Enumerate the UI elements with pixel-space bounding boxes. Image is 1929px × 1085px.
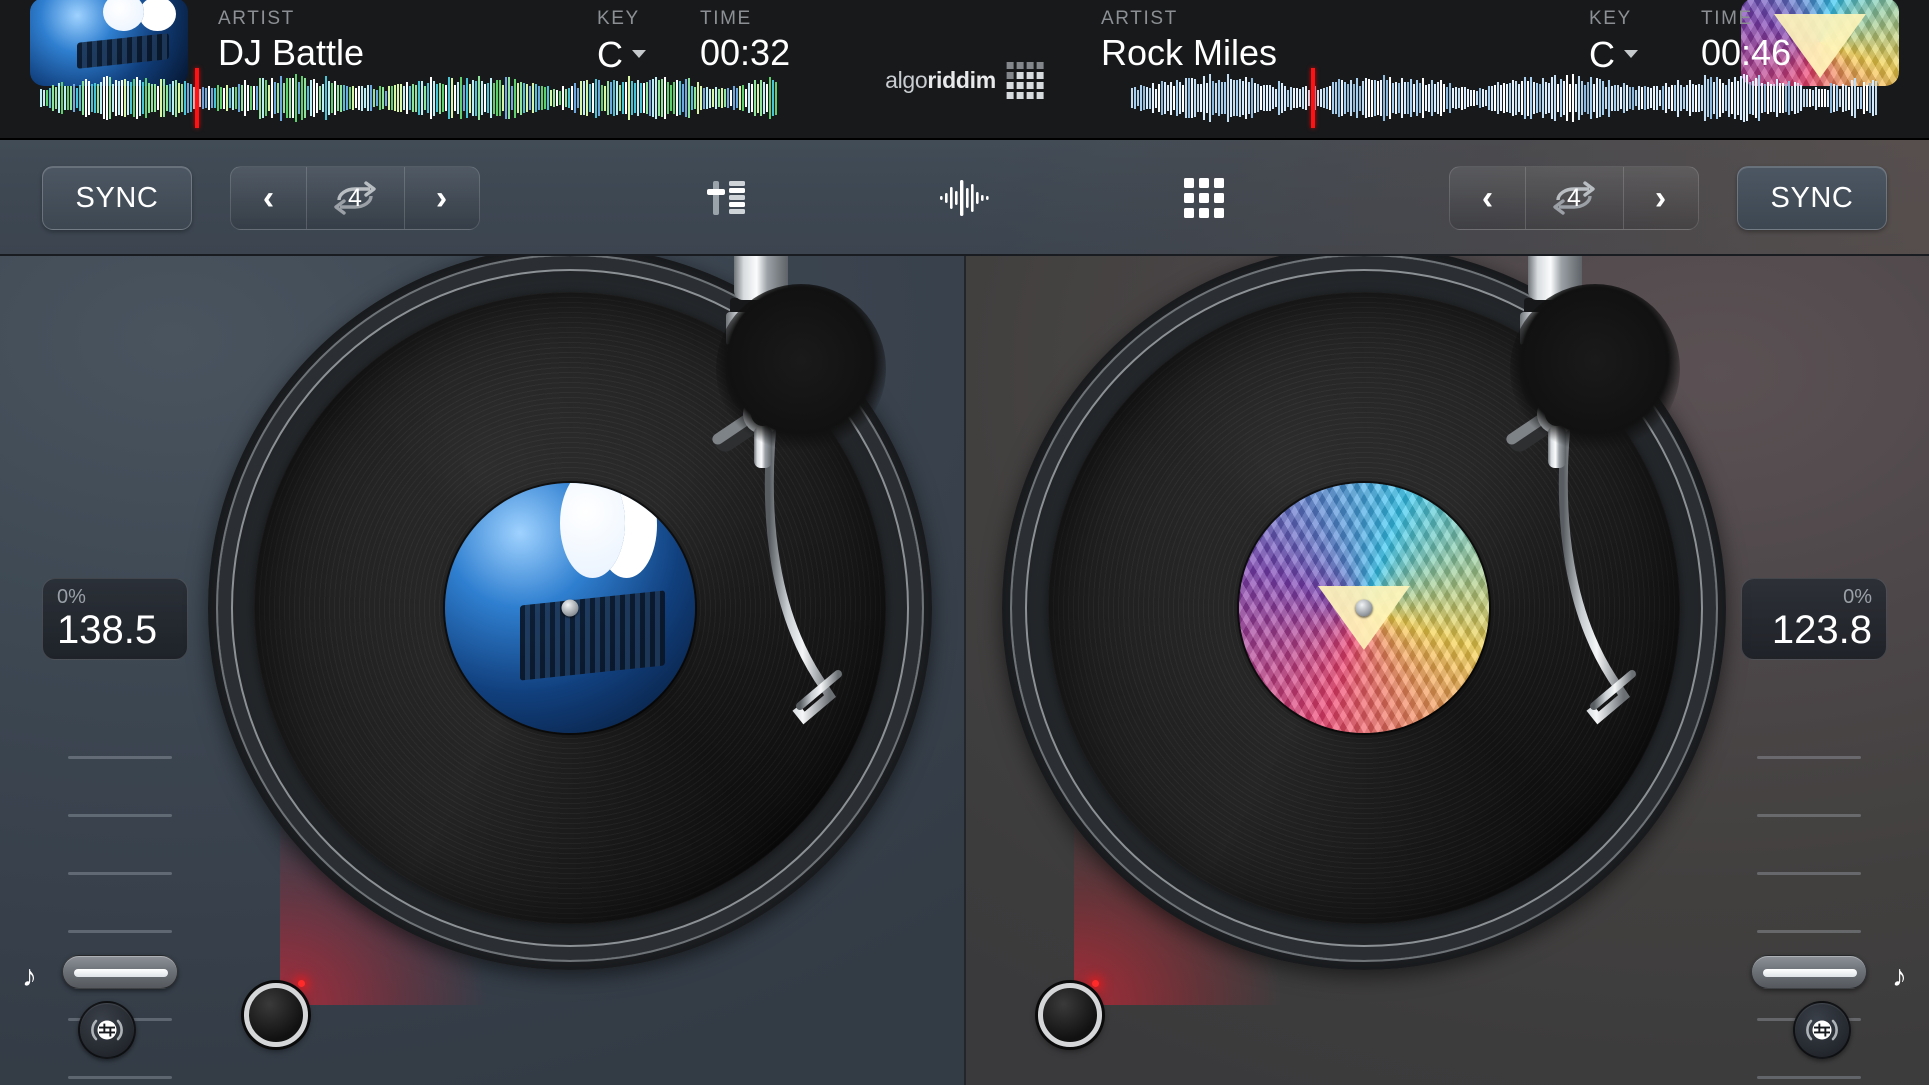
start-stop-knob-right[interactable] xyxy=(1038,983,1102,1047)
logo-text: algoriddim xyxy=(885,67,996,94)
chevron-down-icon[interactable] xyxy=(632,50,646,58)
loop-toggle-button-left[interactable]: 4 xyxy=(306,167,404,229)
loop-halve-button-right[interactable]: ‹ xyxy=(1450,167,1525,229)
pitch-percent-left: 0% xyxy=(57,586,86,608)
pitch-fader-knob-right[interactable] xyxy=(1751,955,1867,989)
music-note-icon[interactable]: ♪ xyxy=(1892,962,1907,992)
pitch-tick xyxy=(1757,814,1861,817)
time-block-left[interactable]: TIME 00:32 xyxy=(700,8,840,74)
pitch-tick xyxy=(1757,872,1861,875)
sync-button-left[interactable]: SYNC xyxy=(42,166,192,230)
loop-controls-right: ‹ 4 › xyxy=(1449,166,1699,230)
pitch-tick xyxy=(68,756,172,759)
artist-label-left: ARTIST xyxy=(218,8,295,29)
waveform-icon[interactable] xyxy=(933,166,997,230)
pitch-percent-right: 0% xyxy=(1843,586,1872,608)
bpm-display-left[interactable]: 0% 138.5 xyxy=(42,578,188,660)
loop-toggle-button-right[interactable]: 4 xyxy=(1525,167,1623,229)
artist-label-right: ARTIST xyxy=(1101,8,1178,29)
fx-button-left[interactable] xyxy=(78,1001,136,1059)
key-label-right: KEY xyxy=(1589,8,1632,29)
bpm-value-right: 123.8 xyxy=(1771,608,1872,652)
playhead-right[interactable] xyxy=(1310,68,1315,128)
chevron-down-icon[interactable] xyxy=(1624,50,1638,58)
tonearm-right[interactable] xyxy=(1494,226,1744,846)
pitch-tick xyxy=(68,1076,172,1079)
pitch-tick xyxy=(68,814,172,817)
key-block-right[interactable]: KEY C xyxy=(1589,8,1699,76)
transport-control-bar: SYNC ‹ 4 › ‹ 4 › SYNC xyxy=(0,140,1929,256)
loop-length-right: 4 xyxy=(1567,183,1581,212)
artist-name-left: DJ Battle xyxy=(218,32,365,73)
algoriddim-logo: algoriddim xyxy=(885,62,1044,99)
bpm-value-left: 138.5 xyxy=(57,608,158,652)
status-led-right xyxy=(1092,980,1099,987)
time-block-right[interactable]: TIME 00:46 xyxy=(1701,8,1841,74)
mixer-icon[interactable] xyxy=(694,166,758,230)
track-info-left: ARTIST DJ Battle KEY C TIME 00:32 xyxy=(0,0,828,140)
music-note-icon[interactable]: ♪ xyxy=(22,962,37,992)
key-label-left: KEY xyxy=(597,8,640,29)
pitch-tick xyxy=(68,872,172,875)
logo-text-bold: riddim xyxy=(927,67,996,93)
bpm-display-right[interactable]: 0% 123.8 xyxy=(1741,578,1887,660)
key-block-left[interactable]: KEY C xyxy=(597,8,707,76)
artist-name-right: Rock Miles xyxy=(1101,32,1278,73)
start-stop-knob-left[interactable] xyxy=(244,983,308,1047)
artist-block-left: ARTIST DJ Battle xyxy=(218,8,364,74)
deck-area: 0% 138.5 ♪ 0% 123.8 ♪ xyxy=(0,246,1929,1085)
top-bar: ARTIST DJ Battle KEY C TIME 00:32 ARTIST… xyxy=(0,0,1929,140)
logo-text-light: algo xyxy=(885,67,928,93)
fx-button-right[interactable] xyxy=(1793,1001,1851,1059)
pitch-tick xyxy=(1757,1076,1861,1079)
time-value-left: 00:32 xyxy=(700,32,791,73)
time-label-left: TIME xyxy=(700,8,752,29)
loop-controls-left: ‹ 4 › xyxy=(230,166,480,230)
waveform-strip-right[interactable] xyxy=(1131,68,1879,128)
loop-halve-button-left[interactable]: ‹ xyxy=(231,167,306,229)
grid-icon[interactable] xyxy=(1172,166,1236,230)
grid-icon xyxy=(1006,62,1044,99)
track-info-right: ARTIST Rock Miles KEY C TIME 00:46 xyxy=(1101,0,1929,140)
fx-sliders-icon xyxy=(1806,1019,1838,1041)
time-value-right: 00:46 xyxy=(1701,32,1792,73)
status-led-left xyxy=(298,980,305,987)
spindle-left xyxy=(561,599,579,617)
fx-sliders-icon xyxy=(91,1019,123,1041)
deck-divider xyxy=(964,256,966,1085)
pitch-tick xyxy=(68,930,172,933)
artist-block-right: ARTIST Rock Miles xyxy=(1101,8,1277,74)
pitch-tick xyxy=(1757,930,1861,933)
playhead-left[interactable] xyxy=(195,68,200,128)
time-label-right: TIME xyxy=(1701,8,1753,29)
pitch-fader-knob-left[interactable] xyxy=(62,955,178,989)
key-value-left: C xyxy=(597,34,623,75)
tonearm-left[interactable] xyxy=(700,226,950,846)
pitch-tick xyxy=(1757,756,1861,759)
dj-app-window: ARTIST DJ Battle KEY C TIME 00:32 ARTIST… xyxy=(0,0,1929,1085)
key-value-right: C xyxy=(1589,34,1615,75)
center-icon-row xyxy=(694,166,1236,230)
loop-double-button-left[interactable]: › xyxy=(404,167,479,229)
sync-button-right[interactable]: SYNC xyxy=(1737,166,1887,230)
loop-length-left: 4 xyxy=(348,183,362,212)
loop-double-button-right[interactable]: › xyxy=(1623,167,1698,229)
spindle-right xyxy=(1355,599,1373,617)
waveform-strip-left[interactable] xyxy=(40,68,780,128)
